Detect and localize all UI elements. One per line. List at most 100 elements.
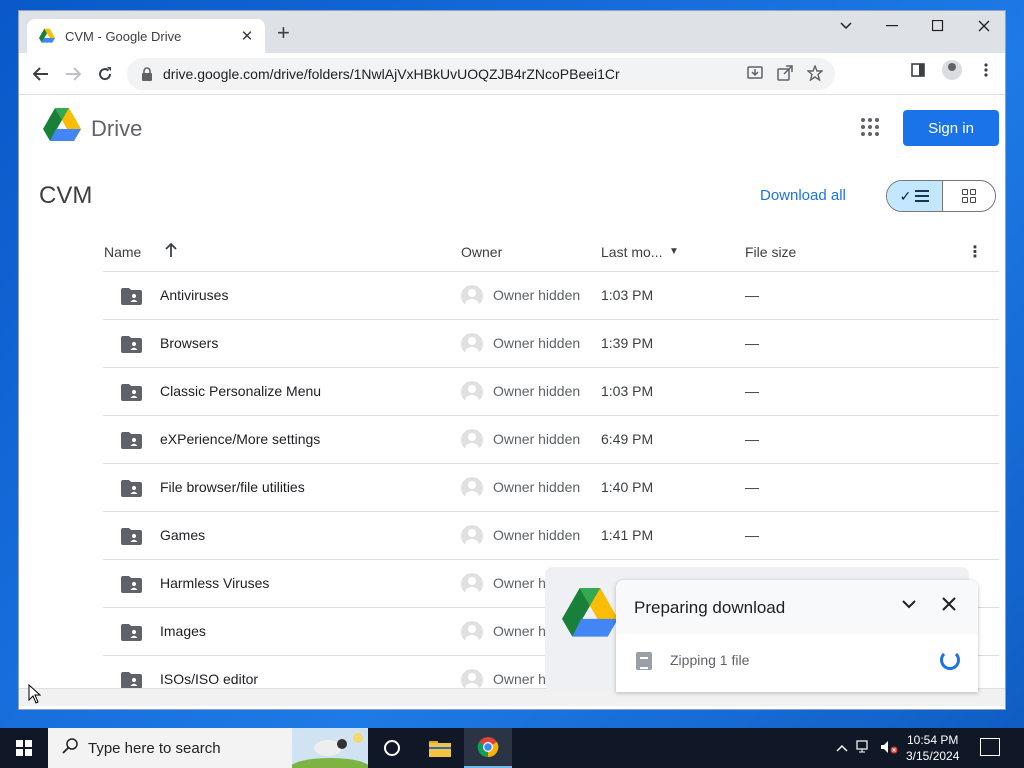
file-name: File browser/file utilities	[160, 479, 305, 495]
minimize-icon[interactable]	[869, 11, 915, 41]
owner-name: Owner hidden	[493, 431, 581, 447]
download-all-button[interactable]: Download all	[760, 187, 846, 204]
check-icon: ✓	[899, 187, 912, 204]
chrome-icon	[477, 737, 499, 758]
tab-close-icon[interactable]: ✕	[239, 27, 255, 45]
file-size: —	[745, 335, 759, 351]
taskbar-clock[interactable]: 10:54 PM 3/15/2024	[906, 732, 959, 764]
owner-name: Owner hidden	[493, 383, 581, 399]
search-highlight-illustration-icon	[292, 728, 368, 768]
last-modified: 1:40 PM	[601, 479, 654, 495]
cortana-circle-icon	[384, 740, 400, 756]
shared-folder-icon	[121, 288, 142, 305]
file-explorer-button[interactable]	[416, 728, 464, 768]
column-header-last-modified[interactable]: Last mo...	[601, 244, 662, 260]
maximize-icon[interactable]	[915, 11, 961, 41]
view-toggle: ✓	[886, 180, 996, 212]
show-hidden-icons-chevron-icon[interactable]	[836, 741, 848, 755]
new-tab-icon[interactable]: +	[277, 22, 290, 44]
download-panel-title: Preparing download	[634, 598, 786, 617]
profile-avatar-icon[interactable]	[941, 59, 963, 81]
table-row[interactable]: Antiviruses Owner hidden 1:03 PM —	[103, 272, 999, 320]
share-icon[interactable]	[777, 64, 793, 84]
install-app-icon[interactable]	[747, 65, 763, 84]
search-icon	[62, 737, 78, 759]
reload-icon[interactable]	[89, 58, 121, 90]
file-name: Antiviruses	[160, 287, 229, 303]
task-view-button[interactable]	[368, 728, 416, 768]
dropdown-caret-icon[interactable]: ▼	[669, 246, 679, 257]
search-placeholder: Type here to search	[88, 739, 221, 757]
bookmark-star-icon[interactable]	[806, 63, 824, 84]
download-panel-close-icon[interactable]	[942, 594, 956, 617]
sort-arrow-up-icon[interactable]	[165, 242, 177, 261]
owner-avatar-icon	[461, 477, 483, 499]
tab-strip: CVM - Google Drive ✕ +	[19, 11, 1005, 53]
list-icon	[915, 190, 930, 202]
window-close-icon[interactable]	[961, 11, 1005, 41]
side-panel-icon[interactable]	[907, 59, 929, 81]
volume-muted-icon[interactable]	[880, 740, 898, 757]
tab-title: CVM - Google Drive	[65, 28, 182, 44]
owner-avatar-icon	[461, 333, 483, 355]
table-row[interactable]: Games Owner hidden 1:41 PM —	[103, 512, 999, 560]
collapse-chevron-icon[interactable]	[902, 596, 916, 614]
action-center-icon[interactable]	[980, 738, 1000, 756]
back-icon[interactable]	[25, 58, 57, 90]
system-tray	[836, 728, 898, 768]
mouse-cursor-icon	[28, 684, 42, 704]
column-header-name[interactable]: Name	[104, 244, 141, 260]
column-header-owner[interactable]: Owner	[461, 244, 502, 260]
last-modified: 1:41 PM	[601, 527, 654, 543]
network-icon[interactable]	[856, 739, 872, 757]
shared-folder-icon	[121, 672, 142, 689]
more-options-icon[interactable]: ⋮	[967, 242, 983, 262]
chrome-taskbar-button[interactable]	[464, 728, 512, 768]
shared-folder-icon	[121, 336, 142, 353]
shared-folder-icon	[121, 480, 142, 497]
file-name: eXPerience/More settings	[160, 431, 321, 447]
google-apps-icon[interactable]	[861, 118, 879, 136]
file-name: Browsers	[160, 335, 219, 351]
shared-folder-icon	[121, 624, 142, 641]
clock-date: 3/15/2024	[906, 749, 960, 763]
last-modified: 6:49 PM	[601, 431, 654, 447]
owner-avatar-icon	[461, 573, 483, 595]
forward-icon[interactable]	[57, 58, 89, 90]
column-header-file-size[interactable]: File size	[745, 244, 796, 260]
file-name: Games	[160, 527, 206, 543]
grid-view-button[interactable]	[943, 181, 995, 211]
table-row[interactable]: Browsers Owner hidden 1:39 PM —	[103, 320, 999, 368]
file-size: —	[745, 383, 759, 399]
last-modified: 1:03 PM	[601, 383, 654, 399]
table-row[interactable]: File browser/file utilities Owner hidden 1…	[103, 464, 999, 512]
taskbar-search-box[interactable]: Type here to search	[48, 728, 368, 768]
drive-favicon-icon	[39, 28, 55, 43]
sign-in-button[interactable]: Sign in	[903, 110, 999, 146]
drive-logo-icon[interactable]	[43, 108, 81, 142]
file-name: Images	[160, 623, 206, 639]
browser-tab[interactable]: CVM - Google Drive ✕	[27, 19, 265, 53]
download-item-text: Zipping 1 file	[670, 652, 750, 668]
file-name: Classic Personalize Menu	[160, 383, 322, 399]
table-row[interactable]: eXPerience/More settings Owner hidden 6:49…	[103, 416, 999, 464]
tab-search-icon[interactable]	[823, 11, 869, 41]
file-size: —	[745, 287, 759, 303]
folder-icon	[429, 741, 451, 757]
drive-logo-toast-icon	[562, 587, 618, 637]
download-item: Zipping 1 file	[616, 634, 978, 684]
table-row[interactable]: Classic Personalize Menu Owner hidden 1:03…	[103, 368, 999, 416]
list-view-button[interactable]: ✓	[887, 181, 943, 211]
windows-start-button[interactable]	[0, 728, 48, 768]
address-bar[interactable]: drive.google.com/drive/folders/1NwlAjVxH…	[127, 58, 835, 90]
file-name: Harmless Viruses	[160, 575, 270, 591]
drive-header: Drive Sign in	[19, 96, 1005, 160]
url-text: drive.google.com/drive/folders/1NwlAjVxH…	[163, 66, 620, 82]
table-header: Name Owner Last mo... ▼ File size ⋮	[103, 232, 999, 272]
kebab-menu-icon[interactable]	[975, 59, 997, 81]
last-modified: 1:39 PM	[601, 335, 654, 351]
owner-avatar-icon	[461, 525, 483, 547]
owner-name: Owner hidden	[493, 527, 581, 543]
file-size: —	[745, 479, 759, 495]
drive-app-name[interactable]: Drive	[91, 116, 142, 142]
